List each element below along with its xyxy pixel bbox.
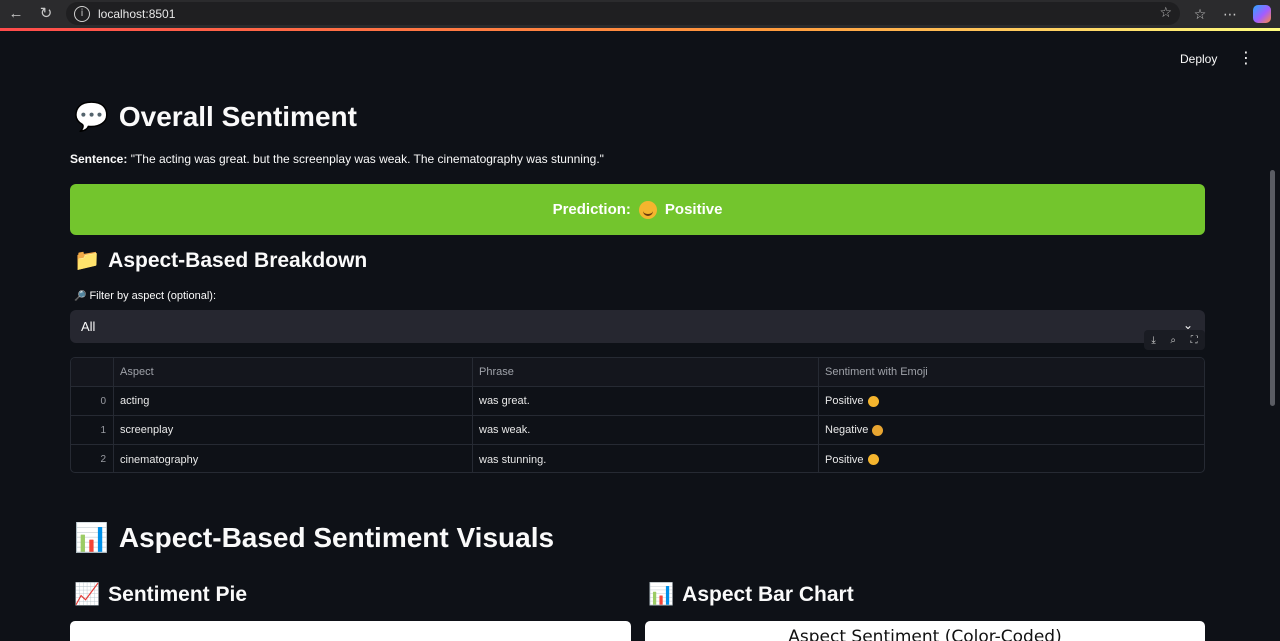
sentiment-cell[interactable]: Positive [819, 445, 1204, 472]
site-info-icon[interactable]: i [74, 5, 90, 22]
dataframe-toolbar: ⤓ ⌕ ⛶ [1144, 330, 1205, 350]
smiling-face-icon [867, 395, 879, 407]
sentiment-text: Positive [825, 395, 864, 407]
bar-chart-card: Aspect Sentiment (Color-Coded) [645, 621, 1205, 641]
overall-sentiment-title: Overall Sentiment [118, 100, 357, 132]
aspect-cell[interactable]: acting [114, 387, 473, 415]
aspect-table[interactable]: Aspect Phrase Sentiment with Emoji 0 act… [70, 357, 1205, 473]
prediction-label: Prediction: [552, 201, 631, 218]
sentiment-text: Positive [825, 453, 864, 466]
aspect-filter-value[interactable]: All [81, 319, 95, 334]
chart-increasing-icon: 📈 [74, 582, 101, 606]
reload-icon[interactable]: ↻ [36, 4, 56, 24]
table-header-row: Aspect Phrase Sentiment with Emoji [71, 358, 1204, 387]
copilot-icon[interactable] [1253, 5, 1271, 23]
angry-face-icon [872, 424, 884, 436]
aspect-cell[interactable]: screenplay [114, 416, 473, 444]
sentiment-pie-title: Sentiment Pie [108, 582, 248, 606]
aspect-bar-heading: 📊 Aspect Bar Chart [648, 582, 854, 607]
phrase-cell[interactable]: was stunning. [473, 445, 819, 472]
deploy-button[interactable]: Deploy [1180, 52, 1217, 66]
column-header-sentiment[interactable]: Sentiment with Emoji [819, 358, 1204, 386]
browser-toolbar: ← ↻ i localhost:8501 ☆ ☆ ⋯ [0, 0, 1280, 28]
column-header-phrase[interactable]: Phrase [473, 358, 819, 386]
folder-icon: 📁 [74, 248, 101, 272]
sentence-text: Sentence: "The acting was great. but the… [70, 152, 604, 166]
visuals-title: Aspect-Based Sentiment Visuals [118, 521, 555, 553]
fullscreen-icon[interactable]: ⛶ [1191, 335, 1198, 346]
row-index: 0 [71, 387, 114, 415]
more-icon[interactable]: ⋯ [1220, 4, 1240, 24]
aspect-cell[interactable]: cinematography [114, 445, 473, 472]
pie-chart-card [70, 621, 631, 641]
prediction-banner: Prediction: Positive [70, 184, 1205, 235]
filter-label: 🔎 Filter by aspect (optional): [74, 290, 216, 302]
sentiment-pie-heading: 📈 Sentiment Pie [74, 582, 247, 607]
row-index: 2 [71, 445, 114, 472]
aspect-bar-title: Aspect Bar Chart [682, 582, 854, 606]
phrase-cell[interactable]: was great. [473, 387, 819, 415]
prediction-value: Positive [664, 201, 723, 218]
aspect-filter-select[interactable]: All ⌄ [70, 310, 1205, 343]
back-icon[interactable]: ← [6, 4, 26, 24]
bar-chart-title: Aspect Sentiment (Color-Coded) [788, 627, 1062, 641]
table-row[interactable]: 2 cinematography was stunning. Positive [71, 445, 1204, 472]
address-bar[interactable]: i localhost:8501 ☆ [66, 2, 1180, 25]
magnifier-icon: 🔎 [74, 291, 87, 302]
page-scrollbar[interactable] [1270, 170, 1275, 406]
main-menu-icon[interactable]: ⋮ [1238, 50, 1254, 68]
filter-label-text: Filter by aspect (optional): [89, 290, 217, 302]
sentiment-cell[interactable]: Negative [819, 416, 1204, 444]
sentence-label: Sentence: [70, 152, 128, 166]
download-icon[interactable]: ⤓ [1151, 335, 1155, 346]
smiling-face-icon [638, 200, 657, 219]
smiling-face-icon [867, 454, 879, 465]
table-row[interactable]: 0 acting was great. Positive [71, 387, 1204, 416]
streamlit-decoration-bar [0, 28, 1280, 31]
url-text[interactable]: localhost:8501 [98, 7, 175, 21]
sentiment-cell[interactable]: Positive [819, 387, 1204, 415]
phrase-cell[interactable]: was weak. [473, 416, 819, 444]
search-icon[interactable]: ⌕ [1170, 335, 1176, 346]
favorites-icon[interactable]: ☆ [1190, 4, 1210, 24]
star-icon[interactable]: ☆ [1159, 4, 1172, 21]
bar-chart-icon: 📊 [74, 521, 109, 554]
column-header-aspect[interactable]: Aspect [114, 358, 473, 386]
column-header-index [71, 358, 114, 386]
row-index: 1 [71, 416, 114, 444]
visuals-heading: 📊 Aspect-Based Sentiment Visuals [74, 521, 554, 554]
sentiment-text: Negative [825, 424, 869, 436]
speech-bubble-icon: 💬 [74, 100, 109, 133]
overall-sentiment-heading: 💬 Overall Sentiment [74, 100, 357, 133]
aspect-breakdown-heading: 📁 Aspect-Based Breakdown [74, 248, 367, 273]
bar-chart-icon: 📊 [648, 582, 675, 606]
aspect-breakdown-title: Aspect-Based Breakdown [108, 248, 368, 272]
table-row[interactable]: 1 screenplay was weak. Negative [71, 416, 1204, 445]
sentence-value: "The acting was great. but the screenpla… [127, 152, 604, 166]
